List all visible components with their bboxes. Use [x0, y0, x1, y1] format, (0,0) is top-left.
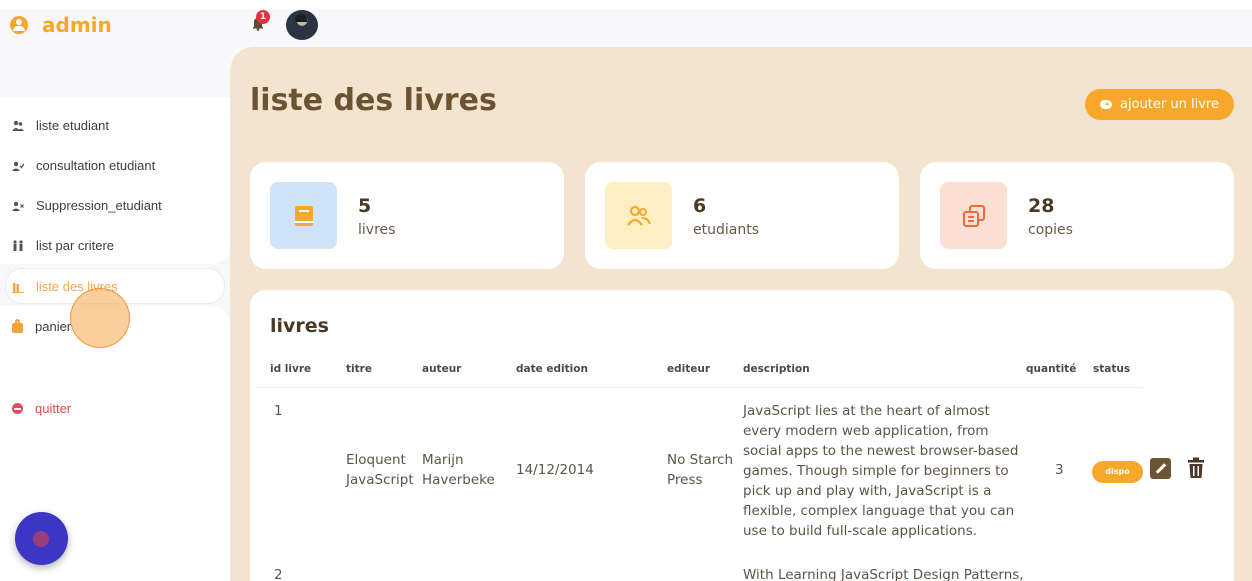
sidebar-item-panier[interactable]: panier — [12, 318, 72, 334]
header-status: status — [1093, 363, 1131, 375]
header-titre: titre — [346, 363, 372, 375]
stat-value: 28 — [1028, 195, 1055, 217]
cell-description: JavaScript lies at the heart of almost e… — [743, 403, 1019, 539]
user-group-icon — [12, 120, 24, 132]
add-book-button[interactable]: ajouter un livre — [1085, 89, 1234, 120]
cell-id: 2 — [274, 567, 283, 581]
header-description: description — [743, 363, 810, 375]
header-quantite: quantité — [1026, 363, 1077, 375]
bag-icon — [12, 318, 23, 333]
people-icon — [12, 239, 24, 252]
status-badge: dispo — [1092, 461, 1143, 483]
click-indicator — [70, 288, 130, 348]
stat-value: 6 — [693, 195, 707, 217]
stat-card-copies: 28 copies — [920, 162, 1234, 269]
cloud-upload-icon — [1100, 100, 1113, 109]
header-date: date edition — [516, 363, 588, 375]
sidebar-item-list-par-critere[interactable]: list par critere — [12, 238, 114, 253]
cell-auteur: Marijn Haverbeke — [422, 452, 495, 488]
stat-label: etudiants — [693, 222, 759, 238]
cell-id: 1 — [274, 403, 283, 419]
brand: admin — [10, 13, 112, 37]
users-icon — [605, 182, 672, 249]
sidebar-item-label: quitter — [35, 401, 72, 416]
sidebar-item-label: liste etudiant — [36, 118, 109, 133]
cell-date: 14/12/2014 — [516, 462, 594, 478]
stat-card-etudiants: 6 etudiants — [585, 162, 899, 269]
cell-editeur: No Starch Press — [667, 452, 734, 488]
books-panel: livres id livre titre auteur date editio… — [250, 290, 1234, 581]
sidebar-item-suppression-etudiant[interactable]: Suppression_etudiant — [12, 198, 162, 213]
stat-label: livres — [358, 222, 396, 238]
header-auteur: auteur — [422, 363, 462, 375]
sidebar-item-liste-etudiant[interactable]: liste etudiant — [12, 118, 109, 133]
sidebar-item-label: list par critere — [36, 238, 115, 253]
user-remove-icon — [12, 200, 24, 212]
stat-label: copies — [1028, 222, 1073, 238]
cell-quantite: 3 — [1055, 462, 1064, 478]
edit-button[interactable] — [1150, 458, 1171, 479]
trash-icon — [1188, 457, 1204, 478]
user-check-icon — [12, 160, 25, 172]
sidebar-item-label: Suppression_etudiant — [36, 198, 162, 213]
header-divider — [256, 387, 1143, 388]
sidebar-item-label: consultation etudiant — [36, 158, 156, 173]
header-id: id livre — [270, 363, 312, 375]
user-circle-icon — [10, 16, 28, 34]
floating-action-button[interactable] — [15, 512, 68, 565]
avatar[interactable] — [286, 10, 318, 40]
stat-card-livres: 5 livres — [250, 162, 564, 269]
brand-title: admin — [42, 13, 112, 37]
copy-icon — [940, 182, 1007, 249]
sidebar-item-label: panier — [35, 319, 72, 334]
quit-icon — [12, 403, 23, 414]
panel-title: livres — [270, 315, 329, 337]
top-strip — [0, 0, 1252, 9]
notification-badge: 1 — [256, 10, 270, 24]
delete-button[interactable] — [1186, 457, 1206, 479]
book-icon — [270, 182, 337, 249]
header-editeur: editeur — [667, 363, 711, 375]
cell-description: With Learning JavaScript Design Patterns… — [743, 567, 1024, 581]
books-icon — [12, 281, 24, 293]
stat-value: 5 — [358, 195, 372, 217]
cell-titre: Eloquent JavaScript — [346, 452, 414, 488]
sidebar-item-quitter[interactable]: quitter — [12, 401, 71, 416]
top-bar — [230, 9, 1252, 47]
add-book-label: ajouter un livre — [1120, 97, 1219, 112]
sidebar-item-consultation-etudiant[interactable]: consultation etudiant — [12, 158, 155, 173]
page-title: liste des livres — [250, 83, 497, 118]
